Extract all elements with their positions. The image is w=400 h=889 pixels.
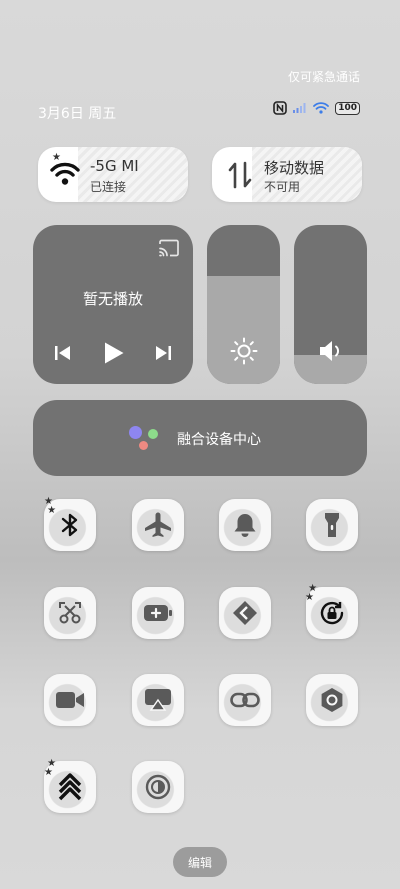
wifi-tile[interactable]: ★ -5G MI 已连接 [38,147,188,202]
camera-settings-toggle[interactable] [306,674,358,726]
volume-slider[interactable] [294,225,367,384]
nfc-icon [273,101,288,115]
star-badge-icon: ★ ★ [44,758,57,778]
screen-recorder-toggle[interactable] [44,674,96,726]
dark-mode-icon [145,774,171,800]
play-icon[interactable] [103,341,125,365]
wifi-network-name: -5G MI [90,157,139,175]
signal-icon [293,103,306,113]
cast-icon[interactable] [158,239,180,257]
device-center-button[interactable]: 融合设备中心 [33,400,367,476]
battery-saver-icon [144,605,172,621]
nearby-share-icon [233,601,257,625]
battery-saver-toggle[interactable] [132,587,184,639]
rotation-lock-icon [320,601,344,625]
camera-settings-icon [321,688,343,712]
dark-mode-toggle[interactable] [132,761,184,813]
wifi-status-icon [313,102,330,114]
airplane-icon [145,512,171,537]
edit-label: 编辑 [187,855,212,870]
screenshot-toggle[interactable] [44,587,96,639]
video-camera-icon [56,692,84,708]
screen-cast-toggle[interactable] [132,674,184,726]
flashlight-toggle[interactable] [306,499,358,551]
data-arrows-icon [228,161,252,189]
previous-track-icon[interactable] [54,345,72,361]
link-icon [230,692,260,708]
brightness-sun-icon [230,337,258,365]
media-player-card[interactable]: 暂无播放 [33,225,193,384]
mobile-data-status: 不可用 [264,180,301,194]
chevrons-up-icon [58,773,82,801]
star-badge-icon: ★ ★ [44,496,57,516]
star-badge-icon: ★ ★ [305,583,318,603]
next-track-icon[interactable] [154,345,172,361]
flashlight-icon [325,513,339,537]
edit-button[interactable]: 编辑 [173,847,227,877]
wifi-icon [50,162,80,185]
silent-mode-toggle[interactable] [219,499,271,551]
wifi-status-text: 已连接 [90,180,127,194]
mobile-data-tile[interactable]: 移动数据 不可用 [212,147,362,202]
device-center-logo [129,426,163,452]
battery-indicator: 100 [335,101,360,115]
airplane-mode-toggle[interactable] [132,499,184,551]
brightness-level-fill [207,275,280,384]
system-status-icons: 100 [273,101,360,115]
screenshot-scissors-icon [59,602,81,624]
mobile-data-label: 移动数据 [264,159,325,177]
nearby-share-toggle[interactable] [219,587,271,639]
volume-speaker-icon [320,341,339,361]
screen-cast-icon [145,689,171,711]
emergency-call-note: 仅可紧急通话 [287,70,360,84]
bell-icon [234,514,256,537]
link-toggle[interactable] [219,674,271,726]
bluetooth-icon [61,513,78,537]
brightness-slider[interactable] [207,225,280,384]
media-title: 暂无播放 [82,290,143,308]
device-center-label: 融合设备中心 [177,432,261,448]
date-label: 3月6日 周五 [38,106,117,122]
